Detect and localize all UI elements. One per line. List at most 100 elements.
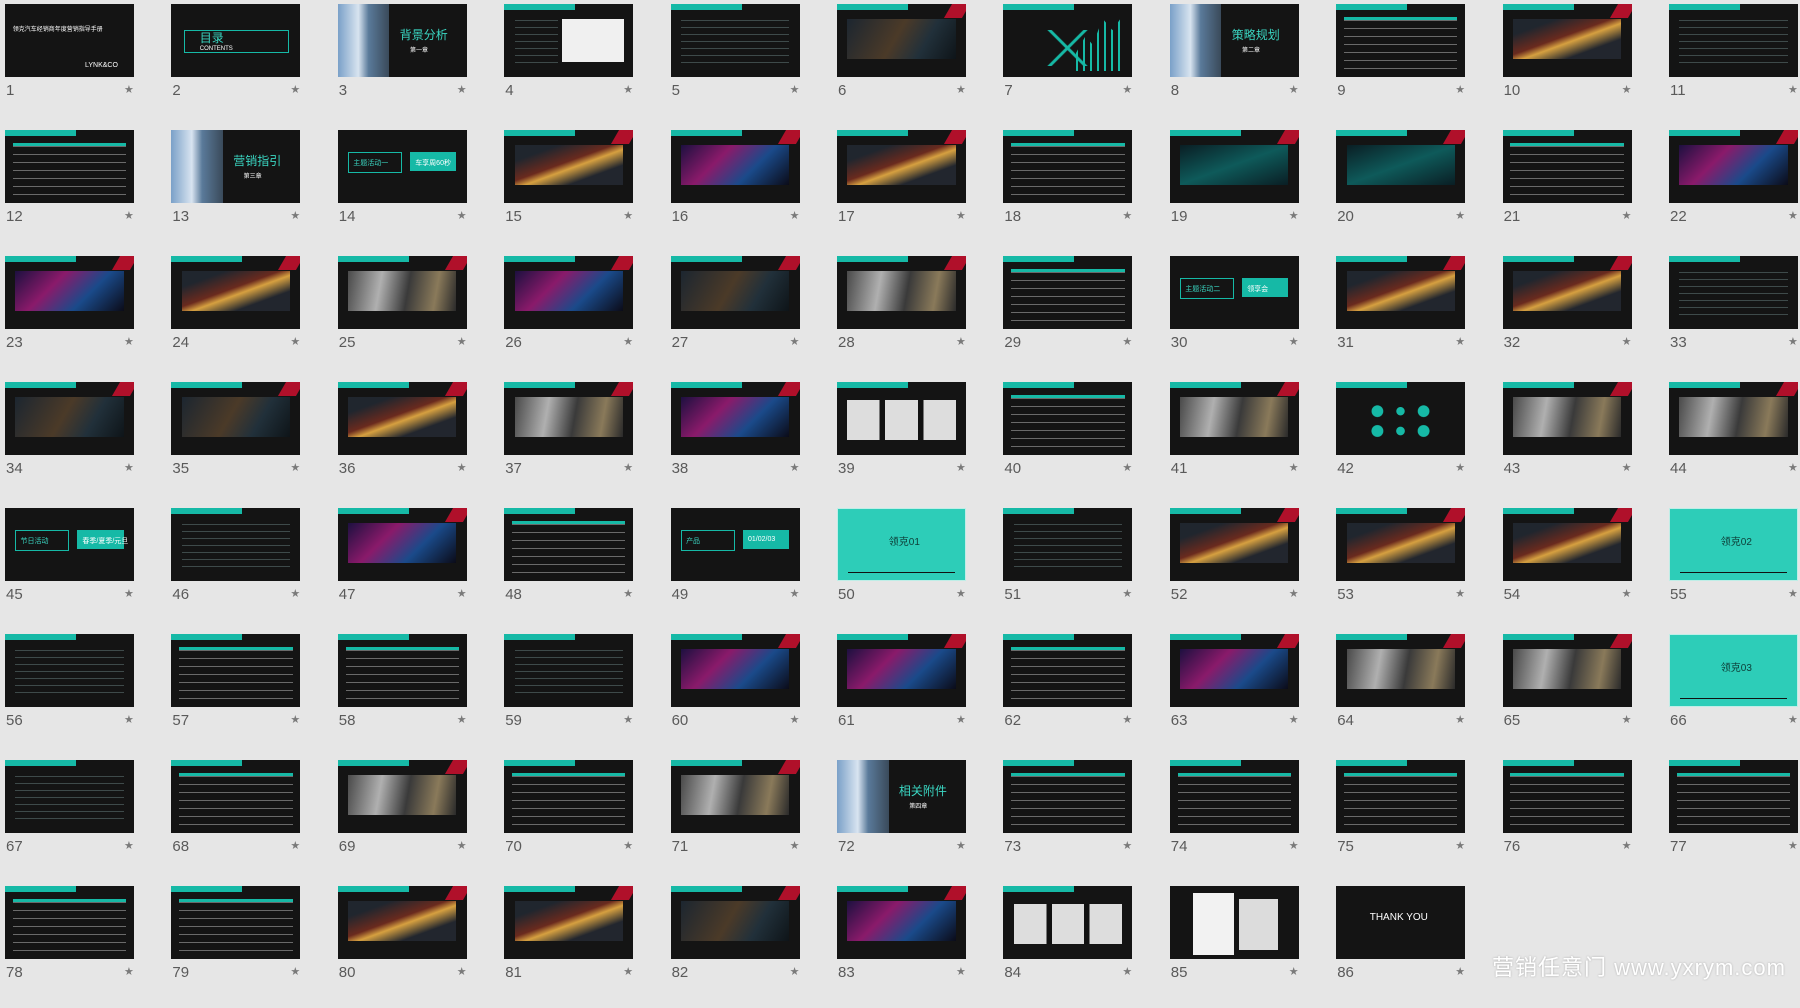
slide-thumbnail[interactable]	[1336, 4, 1466, 77]
star-icon[interactable]: ★	[623, 83, 633, 96]
star-icon[interactable]: ★	[623, 587, 633, 600]
star-icon[interactable]: ★	[1289, 839, 1299, 852]
slide-thumbnail[interactable]	[171, 382, 301, 455]
slide-thumbnail[interactable]	[5, 382, 134, 455]
star-icon[interactable]: ★	[290, 209, 300, 222]
slide-thumbnail[interactable]	[670, 256, 800, 329]
slide-thumbnail[interactable]	[504, 4, 634, 77]
slide-thumbnail[interactable]	[837, 382, 966, 455]
star-icon[interactable]: ★	[1455, 587, 1465, 600]
slide-thumbnail[interactable]	[1669, 4, 1798, 77]
slide-thumbnail[interactable]	[337, 760, 467, 833]
star-icon[interactable]: ★	[1788, 335, 1798, 348]
slide-thumbnail[interactable]	[1169, 760, 1299, 833]
slide-thumbnail[interactable]	[504, 256, 634, 329]
slide-thumbnail[interactable]: THANK YOU	[1336, 886, 1466, 959]
star-icon[interactable]: ★	[956, 713, 966, 726]
slide-thumbnail[interactable]	[1336, 382, 1466, 455]
star-icon[interactable]: ★	[1122, 713, 1132, 726]
slide-thumbnail[interactable]: 领克02	[1669, 508, 1798, 581]
slide-thumbnail[interactable]: 领克03	[1669, 634, 1798, 707]
star-icon[interactable]: ★	[956, 839, 966, 852]
star-icon[interactable]: ★	[124, 335, 134, 348]
star-icon[interactable]: ★	[1622, 461, 1632, 474]
slide-thumbnail[interactable]	[504, 886, 634, 959]
slide-thumbnail[interactable]	[171, 760, 301, 833]
star-icon[interactable]: ★	[1455, 965, 1465, 978]
slide-thumbnail[interactable]	[1003, 508, 1133, 581]
star-icon[interactable]: ★	[290, 83, 300, 96]
star-icon[interactable]: ★	[1788, 839, 1798, 852]
slide-thumbnail[interactable]	[1502, 256, 1632, 329]
star-icon[interactable]: ★	[457, 965, 467, 978]
star-icon[interactable]: ★	[1122, 587, 1132, 600]
star-icon[interactable]: ★	[790, 209, 800, 222]
star-icon[interactable]: ★	[1788, 713, 1798, 726]
star-icon[interactable]: ★	[790, 83, 800, 96]
star-icon[interactable]: ★	[457, 335, 467, 348]
star-icon[interactable]: ★	[790, 335, 800, 348]
slide-thumbnail[interactable]	[5, 760, 134, 833]
slide-thumbnail[interactable]	[337, 508, 467, 581]
star-icon[interactable]: ★	[623, 839, 633, 852]
slide-thumbnail[interactable]	[837, 886, 966, 959]
slide-thumbnail[interactable]	[1336, 508, 1466, 581]
star-icon[interactable]: ★	[124, 209, 134, 222]
star-icon[interactable]: ★	[1455, 461, 1465, 474]
slide-thumbnail[interactable]: 营销指引 第三章	[171, 130, 301, 203]
slide-thumbnail[interactable]	[171, 634, 301, 707]
slide-thumbnail[interactable]	[1502, 4, 1632, 77]
star-icon[interactable]: ★	[623, 965, 633, 978]
slide-thumbnail[interactable]	[1003, 760, 1133, 833]
slide-thumbnail[interactable]	[1502, 760, 1632, 833]
slide-thumbnail[interactable]	[1003, 4, 1133, 77]
slide-thumbnail[interactable]	[670, 382, 800, 455]
slide-thumbnail[interactable]: 产品 01/02/03	[670, 508, 800, 581]
star-icon[interactable]: ★	[124, 839, 134, 852]
star-icon[interactable]: ★	[790, 713, 800, 726]
slide-thumbnail[interactable]	[1003, 256, 1133, 329]
slide-thumbnail[interactable]	[1669, 256, 1798, 329]
slide-thumbnail[interactable]	[837, 130, 966, 203]
slide-thumbnail[interactable]	[1336, 634, 1466, 707]
slide-thumbnail[interactable]	[504, 508, 634, 581]
star-icon[interactable]: ★	[1122, 209, 1132, 222]
slide-thumbnail[interactable]	[504, 634, 634, 707]
slide-thumbnail[interactable]	[5, 634, 134, 707]
slide-thumbnail[interactable]	[670, 634, 800, 707]
slide-thumbnail[interactable]	[1669, 760, 1798, 833]
star-icon[interactable]: ★	[956, 461, 966, 474]
slide-thumbnail[interactable]	[670, 760, 800, 833]
star-icon[interactable]: ★	[457, 839, 467, 852]
slide-thumbnail[interactable]	[1502, 130, 1632, 203]
star-icon[interactable]: ★	[290, 587, 300, 600]
slide-thumbnail[interactable]	[1169, 886, 1299, 959]
star-icon[interactable]: ★	[124, 587, 134, 600]
star-icon[interactable]: ★	[1455, 713, 1465, 726]
star-icon[interactable]: ★	[956, 209, 966, 222]
slide-thumbnail[interactable]	[670, 886, 800, 959]
star-icon[interactable]: ★	[1289, 713, 1299, 726]
slide-thumbnail[interactable]	[1336, 130, 1466, 203]
slide-thumbnail[interactable]: 节日活动 春季/夏季/元旦	[5, 508, 134, 581]
slide-thumbnail[interactable]	[1003, 130, 1133, 203]
star-icon[interactable]: ★	[124, 713, 134, 726]
star-icon[interactable]: ★	[1788, 587, 1798, 600]
star-icon[interactable]: ★	[1788, 209, 1798, 222]
slide-thumbnail[interactable]	[504, 382, 634, 455]
star-icon[interactable]: ★	[124, 83, 134, 96]
star-icon[interactable]: ★	[623, 335, 633, 348]
slide-thumbnail[interactable]	[1669, 130, 1798, 203]
slide-thumbnail[interactable]	[837, 256, 966, 329]
star-icon[interactable]: ★	[790, 461, 800, 474]
star-icon[interactable]: ★	[1622, 209, 1632, 222]
star-icon[interactable]: ★	[1788, 461, 1798, 474]
slide-thumbnail[interactable]	[1003, 886, 1133, 959]
slide-thumbnail[interactable]	[1502, 508, 1632, 581]
star-icon[interactable]: ★	[1622, 587, 1632, 600]
star-icon[interactable]: ★	[790, 839, 800, 852]
star-icon[interactable]: ★	[457, 83, 467, 96]
slide-thumbnail[interactable]	[337, 382, 467, 455]
star-icon[interactable]: ★	[1622, 335, 1632, 348]
star-icon[interactable]: ★	[1455, 839, 1465, 852]
